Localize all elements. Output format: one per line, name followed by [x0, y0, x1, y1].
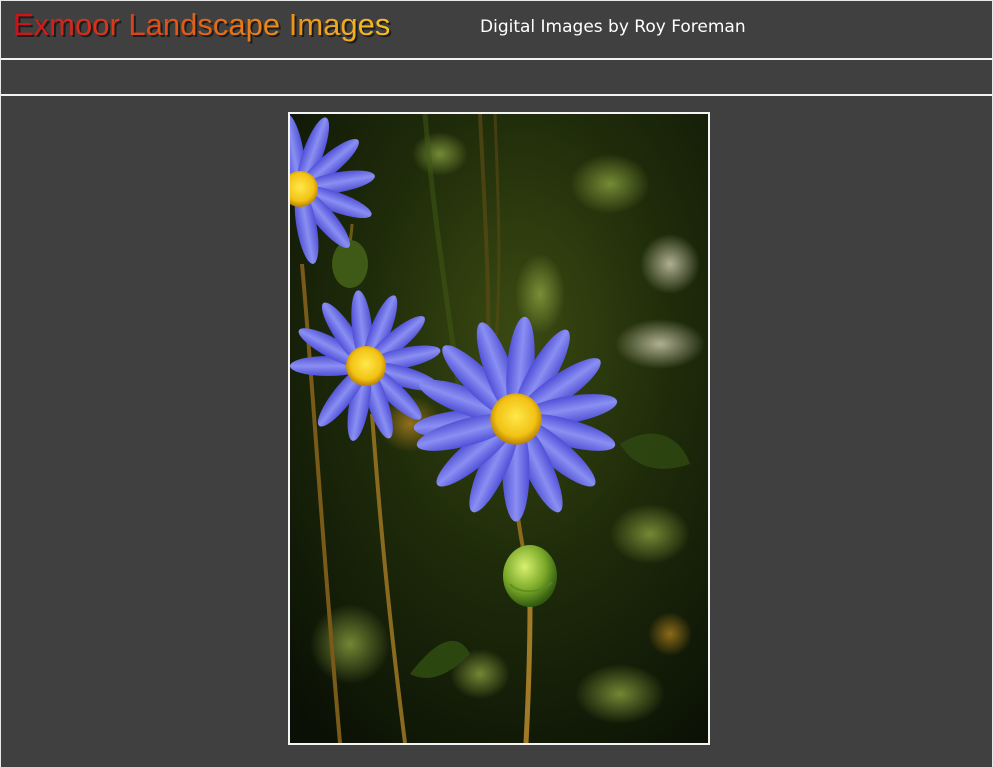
- nav-bar: [1, 60, 992, 94]
- site-title[interactable]: Exmoor Landscape Images: [13, 7, 390, 43]
- site-header: Exmoor Landscape Images Exmoor Landscape…: [1, 1, 992, 58]
- featured-photo[interactable]: [288, 112, 710, 745]
- site-subtitle: Digital Images by Roy Foreman: [480, 17, 746, 37]
- nav-divider: [1, 94, 992, 96]
- blue-daisy-photo: [290, 114, 708, 743]
- page-border-left: [0, 0, 1, 767]
